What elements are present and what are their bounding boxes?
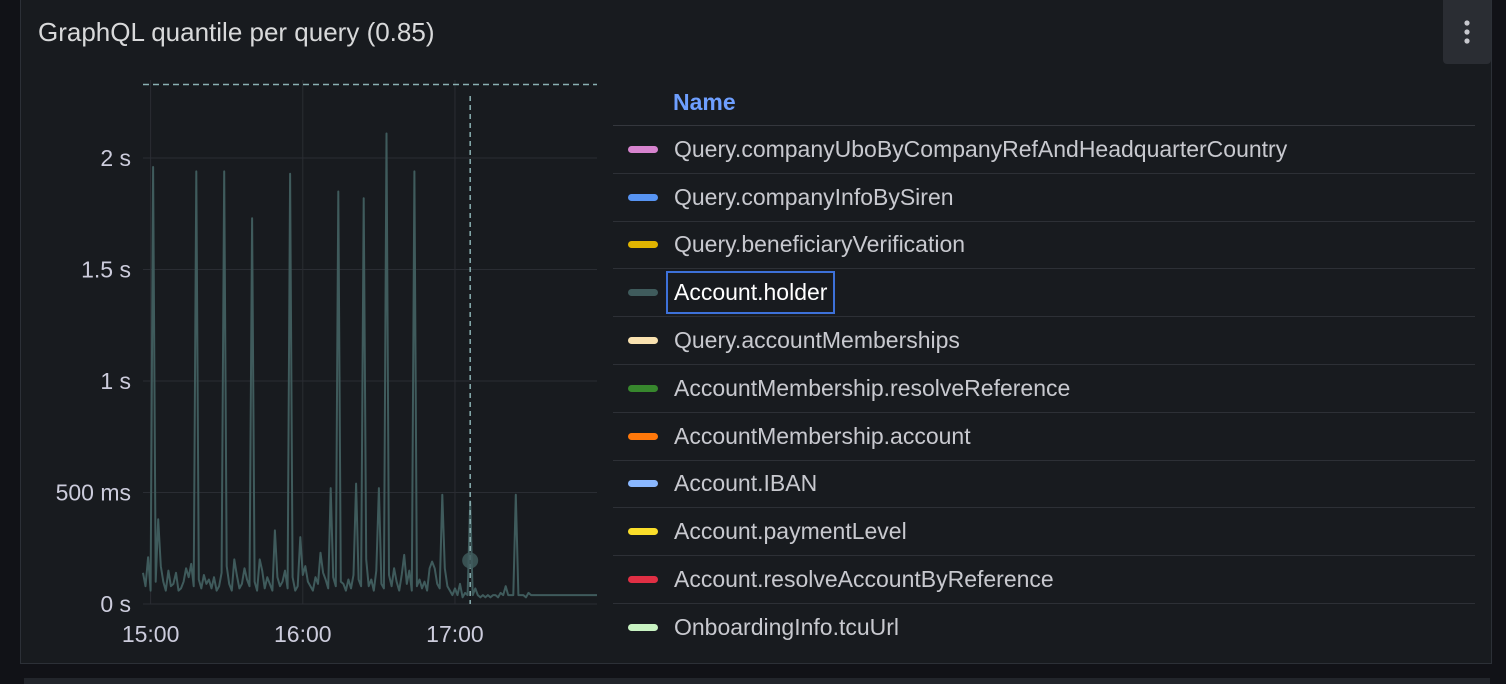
hover-point[interactable] xyxy=(462,552,479,569)
series-color-swatch[interactable] xyxy=(628,384,658,392)
y-tick-label: 1 s xyxy=(100,368,131,394)
series-color-swatch[interactable] xyxy=(628,528,658,536)
x-tick-label: 17:00 xyxy=(426,621,484,647)
kebab-vertical-icon xyxy=(1464,20,1470,44)
series-color-swatch[interactable] xyxy=(628,576,658,584)
legend-table: Name Query.companyUboByCompanyRefAndHead… xyxy=(613,80,1475,652)
legend-series-label[interactable]: AccountMembership.resolveReference xyxy=(666,367,1078,410)
legend-series-label[interactable]: Query.beneficiaryVerification xyxy=(666,223,973,266)
next-panel-edge xyxy=(24,678,1490,684)
x-tick-label: 15:00 xyxy=(122,621,180,647)
series-line-account-holder[interactable] xyxy=(142,132,597,599)
y-tick-label: 1.5 s xyxy=(81,257,131,283)
series-color-swatch[interactable] xyxy=(628,624,658,632)
legend-series-label[interactable]: Query.companyUboByCompanyRefAndHeadquart… xyxy=(666,128,1295,171)
legend-series-label[interactable]: Account.holder xyxy=(666,271,836,315)
legend-row[interactable]: AccountMembership.resolveReference xyxy=(613,365,1475,413)
series-color-swatch[interactable] xyxy=(628,193,658,201)
series-color-swatch[interactable] xyxy=(628,337,658,345)
legend-series-label[interactable]: Query.accountMemberships xyxy=(666,319,968,362)
legend-series-label[interactable]: AccountMembership.account xyxy=(666,415,979,458)
panel: GraphQL quantile per query (0.85) 0 s 500… xyxy=(20,0,1492,664)
legend-series-label[interactable]: Account.IBAN xyxy=(666,462,825,505)
legend-series-label[interactable]: Account.paymentLevel xyxy=(666,510,915,553)
time-series-chart[interactable]: 0 s 500 ms 1 s 1.5 s 2 s 15:00 16:00 17:00 xyxy=(21,0,621,664)
legend-row[interactable]: OnboardingInfo.tcuUrl xyxy=(613,604,1475,652)
series-color-swatch[interactable] xyxy=(628,145,658,153)
y-tick-label: 2 s xyxy=(100,145,131,171)
legend-header-name[interactable]: Name xyxy=(613,80,1475,126)
y-tick-label: 500 ms xyxy=(56,480,131,506)
legend-row[interactable]: Query.accountMemberships xyxy=(613,317,1475,365)
legend-row[interactable]: Account.paymentLevel xyxy=(613,508,1475,557)
series-color-swatch[interactable] xyxy=(628,241,658,249)
panel-menu-button[interactable] xyxy=(1443,0,1491,64)
legend-series-label[interactable]: Account.resolveAccountByReference xyxy=(666,558,1062,601)
legend-row[interactable]: AccountMembership.account xyxy=(613,413,1475,461)
series-color-swatch[interactable] xyxy=(628,432,658,440)
legend-row[interactable]: Query.companyUboByCompanyRefAndHeadquart… xyxy=(613,126,1475,174)
legend-series-label[interactable]: Query.companyInfoBySiren xyxy=(666,176,962,219)
series-color-swatch[interactable] xyxy=(628,289,658,297)
legend-row[interactable]: Query.beneficiaryVerification xyxy=(613,222,1475,270)
legend-series-label[interactable]: OnboardingInfo.tcuUrl xyxy=(666,606,907,649)
x-tick-label: 16:00 xyxy=(274,621,332,647)
legend-row[interactable]: Account.holder xyxy=(613,269,1475,318)
legend-row[interactable]: Query.companyInfoBySiren xyxy=(613,174,1475,222)
series-color-swatch[interactable] xyxy=(628,480,658,488)
legend-row[interactable]: Account.resolveAccountByReference xyxy=(613,556,1475,604)
legend-row[interactable]: Account.IBAN xyxy=(613,461,1475,509)
y-tick-label: 0 s xyxy=(100,591,131,617)
